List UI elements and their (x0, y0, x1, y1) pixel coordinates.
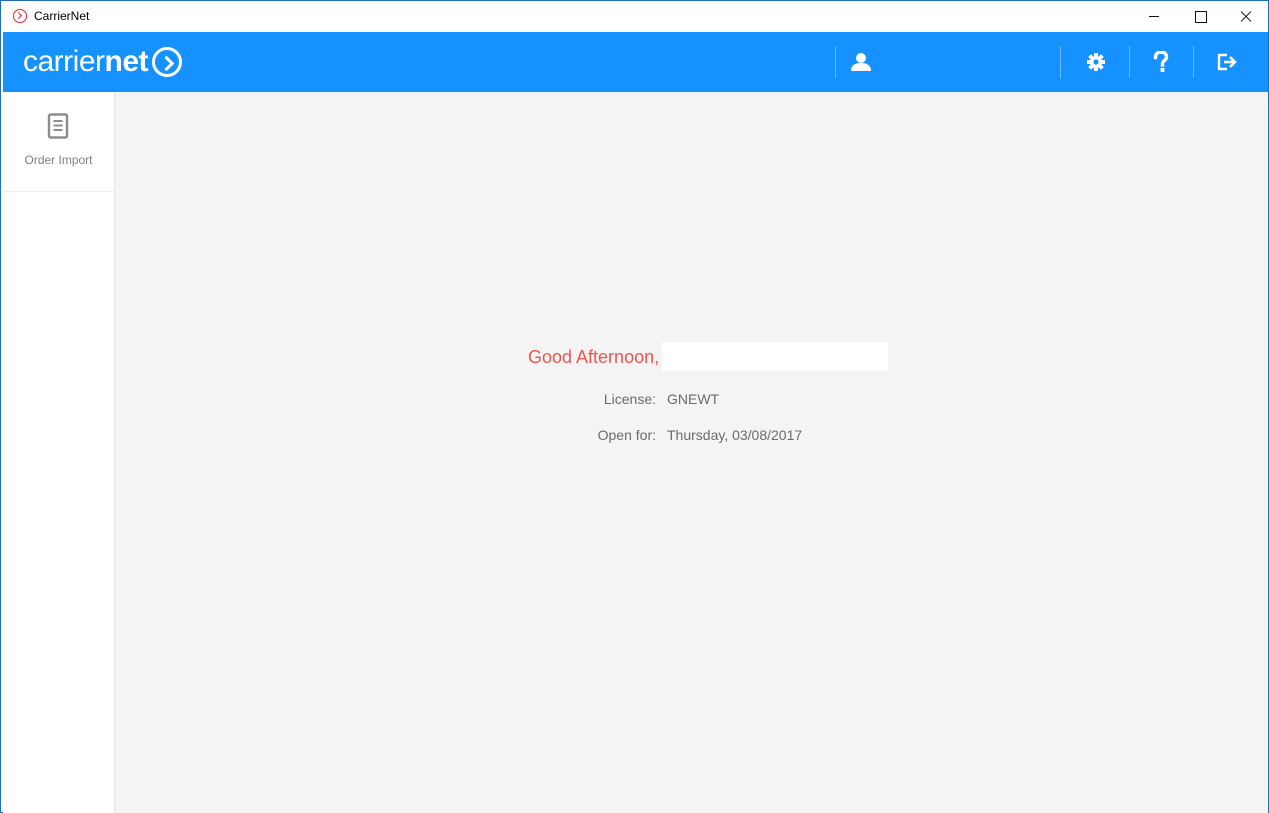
app-header: carriernet (3, 32, 1268, 92)
title-bar[interactable]: CarrierNet (1, 1, 1268, 31)
document-icon (47, 113, 69, 139)
open-for-value: Thursday, 03/08/2017 (667, 427, 803, 443)
open-for-label: Open for: (597, 427, 656, 443)
gear-icon[interactable] (1081, 47, 1111, 77)
logo-arrow-icon (152, 47, 183, 77)
window-title: CarrierNet (34, 9, 90, 23)
user-name-field (662, 342, 888, 371)
header-divider (835, 46, 836, 78)
header-divider (1060, 46, 1061, 78)
logo-text-bold: net (104, 45, 149, 78)
carriernet-logo[interactable]: carriernet (23, 44, 183, 80)
header-divider (1193, 46, 1194, 78)
header-divider (1129, 46, 1130, 78)
minimize-button[interactable] (1131, 1, 1177, 31)
close-button[interactable] (1223, 1, 1269, 31)
greeting-text: Good Afternoon, (528, 347, 660, 367)
logo-text-light: carrier (23, 45, 105, 78)
license-value: GNEWT (667, 391, 720, 407)
license-label: License: (603, 391, 656, 407)
sidebar: Order Import (3, 92, 115, 813)
sidebar-item-order-import[interactable]: Order Import (3, 92, 114, 192)
main-content: Good Afternoon, License: GNEWT Open for:… (115, 92, 1268, 813)
user-icon[interactable] (846, 47, 876, 77)
app-logo-icon (13, 9, 27, 23)
help-icon[interactable] (1146, 47, 1176, 77)
maximize-button[interactable] (1177, 1, 1223, 31)
logout-icon[interactable] (1212, 47, 1242, 77)
app-window: CarrierNet carriernet Order Import Good … (0, 0, 1269, 813)
sidebar-item-label: Order Import (24, 153, 93, 167)
